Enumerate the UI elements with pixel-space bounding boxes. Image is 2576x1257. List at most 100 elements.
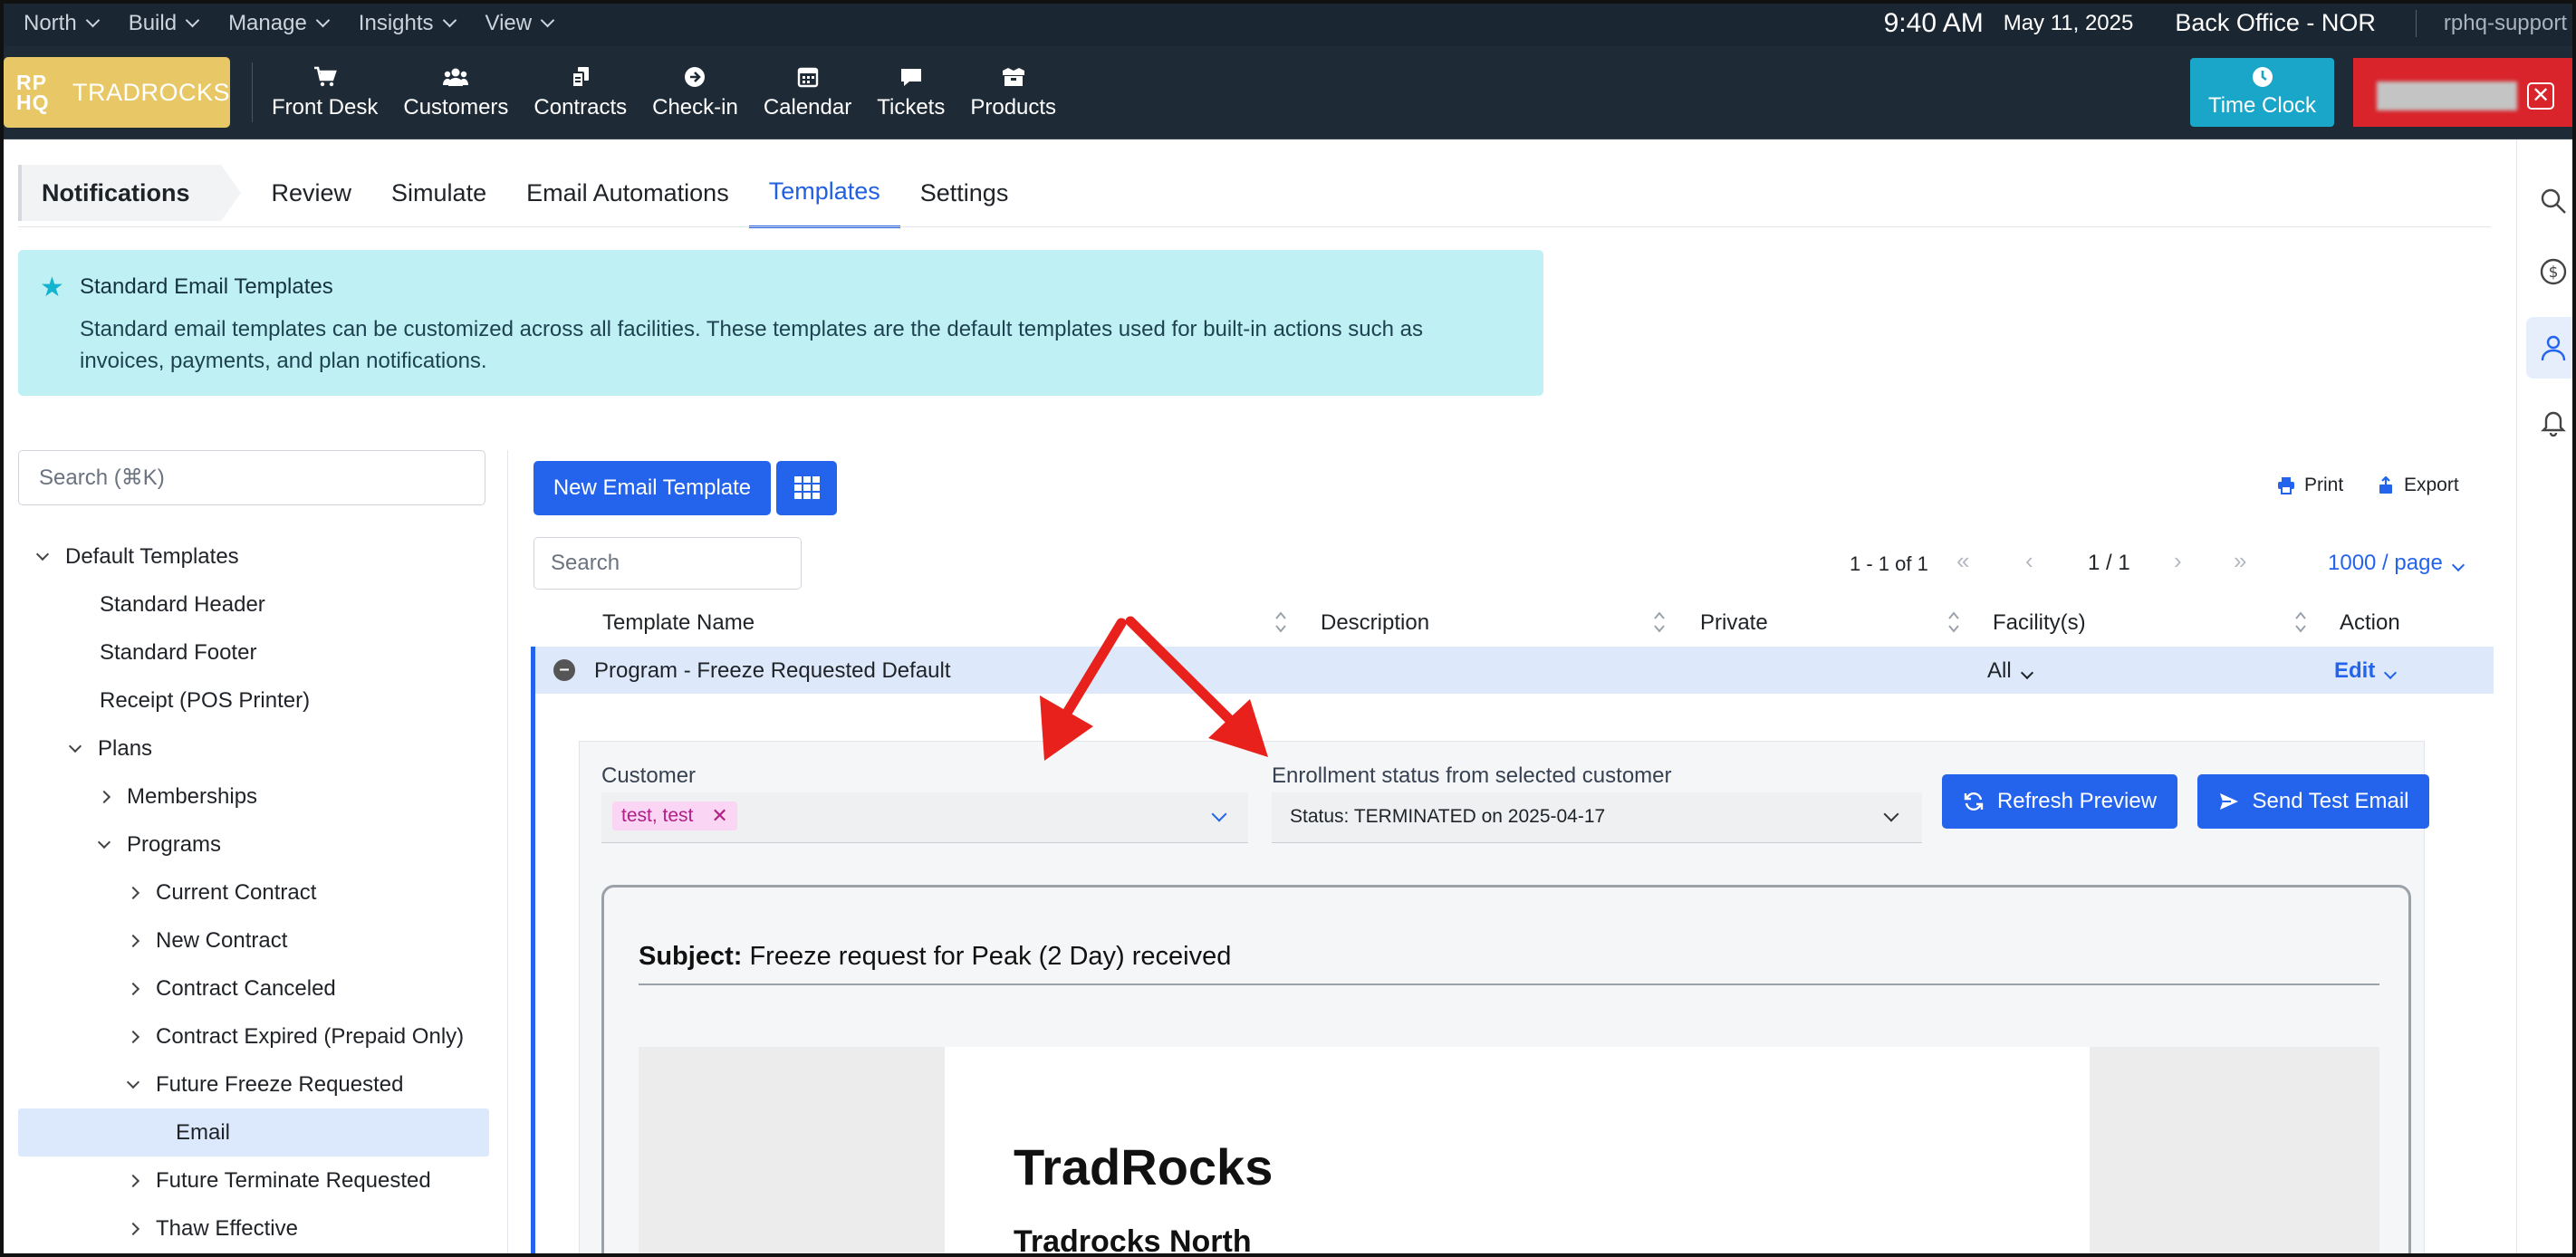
user-name[interactable]: rphq-support (2444, 11, 2567, 36)
tab-templates[interactable]: Templates (748, 158, 900, 228)
tree-item[interactable]: Standard Footer (18, 628, 489, 676)
nav-front-desk-label: Front Desk (272, 94, 379, 120)
chevron-down-icon[interactable] (97, 835, 111, 849)
page-size-select[interactable]: 1000 / page (2328, 551, 2465, 576)
table-search-input[interactable]: Search (533, 537, 802, 590)
chevron-down-icon[interactable] (68, 739, 82, 753)
tree-item-label: Contract Expired (Prepaid Only) (156, 1023, 465, 1049)
result-range: 1 - 1 of 1 (1850, 552, 1928, 575)
close-icon[interactable]: ✕ (2527, 82, 2554, 110)
sort-icon[interactable] (2294, 607, 2307, 638)
tree-item[interactable]: Thaw Effective (18, 1204, 489, 1252)
enrollment-status-select[interactable]: Status: TERMINATED on 2025-04-17 (1272, 792, 1922, 843)
tree-item[interactable]: Memberships (18, 772, 489, 820)
column-description[interactable]: Description (1321, 610, 1429, 636)
tree-item[interactable]: New Contract (18, 916, 489, 964)
tree-item[interactable]: Receipt (POS Printer) (18, 676, 489, 724)
chevron-down-icon[interactable] (126, 1075, 140, 1089)
chevron-right-icon[interactable] (97, 790, 111, 803)
chevron-right-icon[interactable] (126, 934, 140, 947)
grid-icon (793, 476, 820, 499)
chevron-right-icon[interactable] (126, 886, 140, 899)
brand-logo[interactable]: RP HQ TRADROCKS (4, 57, 230, 128)
grid-view-button[interactable] (776, 461, 837, 515)
menu-build[interactable]: Build (129, 11, 200, 36)
chevron-right-icon[interactable] (126, 1222, 140, 1235)
tree-item[interactable]: Standard Header (18, 581, 489, 628)
user-icon[interactable] (2539, 333, 2568, 362)
column-template-name[interactable]: Template Name (602, 610, 755, 636)
bell-icon[interactable] (2539, 408, 2568, 437)
print-button[interactable]: Print (2277, 475, 2343, 496)
tree-item[interactable]: Contract Expired (Prepaid Only) (18, 1012, 489, 1060)
tab-email-automations[interactable]: Email Automations (506, 158, 749, 228)
chevron-right-icon[interactable] (126, 1030, 140, 1043)
chevron-down-icon[interactable] (35, 547, 50, 561)
divider (2415, 9, 2417, 37)
nav-tickets[interactable]: Tickets (877, 46, 945, 139)
nav-items: Front Desk Customers Contracts Check-in … (259, 46, 1069, 139)
column-private[interactable]: Private (1700, 610, 1768, 636)
refresh-preview-button[interactable]: Refresh Preview (1942, 774, 2177, 829)
tab-settings[interactable]: Settings (900, 158, 1029, 228)
first-page-button[interactable]: « (1956, 547, 1969, 575)
time-clock-button[interactable]: Time Clock (2190, 58, 2334, 127)
print-label: Print (2304, 475, 2344, 495)
refresh-icon (1964, 792, 1984, 811)
customer-select[interactable]: test, test ✕ (601, 792, 1248, 843)
search-icon[interactable] (2539, 187, 2568, 216)
last-page-button[interactable]: » (2234, 547, 2246, 575)
export-button[interactable]: Export (2377, 475, 2459, 496)
nav-customers-label: Customers (403, 94, 509, 120)
sort-icon[interactable] (1947, 607, 1960, 638)
new-email-template-button[interactable]: New Email Template (533, 461, 771, 515)
tree-item[interactable]: Default Templates (18, 533, 489, 581)
divider (18, 226, 2491, 227)
menu-view-label: View (485, 10, 533, 35)
dollar-icon[interactable]: $ (2539, 257, 2568, 286)
menu-insights[interactable]: Insights (359, 11, 457, 36)
tree-item[interactable]: Future Terminate Requested (18, 1156, 489, 1204)
email-subject: Subject: Freeze request for Peak (2 Day)… (639, 942, 1231, 972)
tree-item[interactable]: Current Contract (18, 868, 489, 916)
email-heading: TradRocks (1014, 1138, 1274, 1195)
edit-dropdown[interactable]: Edit (2334, 658, 2398, 684)
menu-manage[interactable]: Manage (228, 11, 331, 36)
top-status: 9:40 AM May 11, 2025 Back Office - NOR r… (1884, 0, 2576, 46)
nav-contracts[interactable]: Contracts (533, 46, 627, 139)
chevron-down-icon (185, 13, 200, 28)
prev-page-button[interactable]: ‹ (2025, 547, 2033, 575)
facility-value: All (1987, 658, 2012, 683)
nav-calendar[interactable]: Calendar (764, 46, 851, 139)
tree-item[interactable]: Email (18, 1108, 489, 1156)
facility-select[interactable]: All (1987, 658, 2033, 684)
nav-front-desk[interactable]: Front Desk (272, 46, 378, 139)
sort-icon[interactable] (1653, 607, 1666, 638)
next-page-button[interactable]: › (2174, 547, 2182, 575)
menu-north[interactable]: North (24, 11, 100, 36)
tree-item[interactable]: Future Freeze Requested (18, 1060, 489, 1108)
sidebar-search-input[interactable]: Search (⌘K) (18, 450, 485, 505)
tab-review[interactable]: Review (252, 158, 372, 228)
nav-customers[interactable]: Customers (403, 46, 508, 139)
chevron-right-icon[interactable] (126, 982, 140, 995)
collapse-icon[interactable]: – (553, 659, 575, 681)
sort-icon[interactable] (1274, 607, 1287, 638)
tree-item[interactable]: Plans (18, 724, 489, 772)
right-rail: $ (2516, 139, 2576, 1257)
location-selector[interactable]: Back Office - NOR (2175, 9, 2376, 37)
column-facilities[interactable]: Facility(s) (1993, 610, 2086, 636)
nav-check-in[interactable]: Check-in (652, 46, 738, 139)
remove-tag-icon[interactable]: ✕ (711, 804, 727, 828)
chevron-right-icon[interactable] (126, 1174, 140, 1187)
table-row[interactable]: – Program - Freeze Requested Default All… (531, 647, 2494, 694)
send-test-email-button[interactable]: Send Test Email (2197, 774, 2429, 829)
export-icon (2379, 476, 2392, 494)
export-label: Export (2404, 475, 2459, 495)
status-value: Status: TERMINATED on 2025-04-17 (1290, 806, 1606, 827)
nav-products[interactable]: Products (970, 46, 1056, 139)
menu-view[interactable]: View (485, 10, 555, 36)
tree-item[interactable]: Contract Canceled (18, 964, 489, 1012)
tree-item[interactable]: Programs (18, 820, 489, 868)
tab-simulate[interactable]: Simulate (371, 158, 506, 228)
